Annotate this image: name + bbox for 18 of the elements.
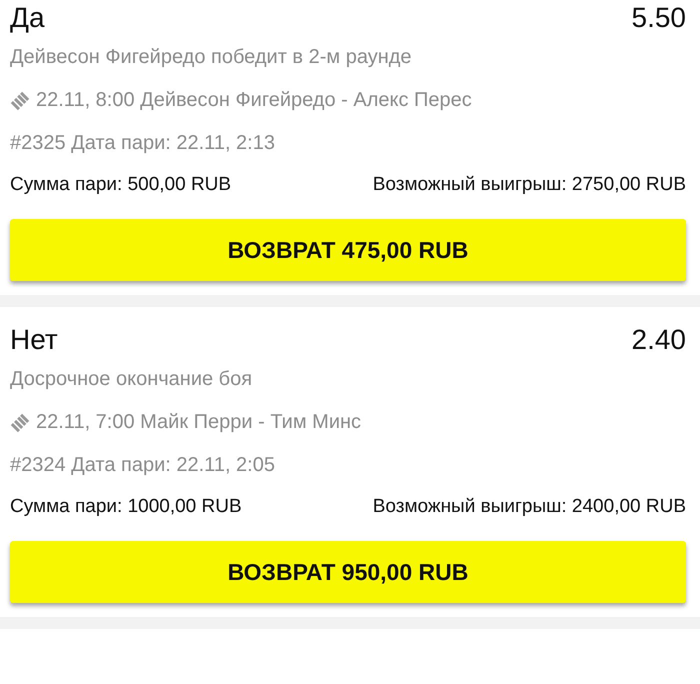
- stake-text: Сумма пари: 1000,00 RUB: [10, 495, 242, 519]
- odds-value: 2.40: [632, 323, 686, 357]
- outcome-label: Нет: [10, 323, 58, 357]
- refund-button[interactable]: ВОЗВРАТ 950,00 RUB: [10, 541, 686, 603]
- refund-button[interactable]: ВОЗВРАТ 475,00 RUB: [10, 219, 686, 281]
- odds-value: 5.50: [632, 1, 686, 35]
- possible-win-text: Возможный выигрыш: 2750,00 RUB: [372, 173, 686, 197]
- event-text: 22.11, 7:00 Майк Перри - Тим Минс: [36, 410, 362, 435]
- bet-info-text: #2325 Дата пари: 22.11, 2:13: [10, 131, 276, 156]
- bet-info-text: #2324 Дата пари: 22.11, 2:05: [10, 453, 276, 478]
- event-text: 22.11, 8:00 Дейвесон Фигейредо - Алекс Перес: [36, 88, 472, 113]
- sport-icon: [10, 412, 30, 432]
- stake-text: Сумма пари: 500,00 RUB: [10, 173, 232, 197]
- outcome-label: Да: [10, 1, 45, 35]
- possible-win-text: Возможный выигрыш: 2400,00 RUB: [372, 495, 686, 519]
- market-text: Досрочное окончание боя: [10, 367, 254, 392]
- sport-icon: [10, 90, 30, 110]
- market-text: Дейвесон Фигейредо победит в 2-м раунде: [10, 45, 413, 70]
